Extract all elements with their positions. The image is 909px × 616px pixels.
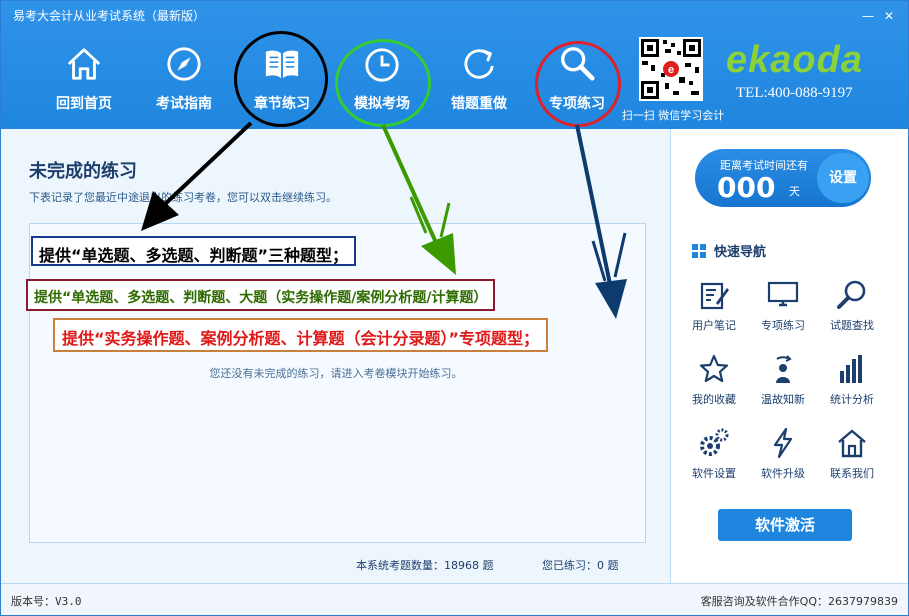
search-icon bbox=[561, 47, 595, 81]
page-title: 未完成的练习 bbox=[29, 161, 137, 182]
nav-favorites-label: 我的收藏 bbox=[692, 393, 736, 406]
nav-special-practice-label: 专项练习 bbox=[761, 319, 805, 332]
toolbar-home-button[interactable]: 回到首页 bbox=[39, 41, 129, 119]
qr-caption: 扫一扫 微信学习会计 bbox=[621, 109, 725, 122]
app-window: 易考大会计从业考试系统（最新版） — ✕ 回到首页 考试指南 章节练习 模拟考场… bbox=[0, 0, 909, 616]
countdown-unit: 天 bbox=[789, 185, 800, 198]
sidebar: 距离考试时间还有 000 天 设置 快速导航 用户笔记 专项练习 试题查找 我的… bbox=[672, 129, 908, 583]
countdown-set-button[interactable]: 设置 bbox=[817, 153, 869, 203]
toolbar-redo-label: 错题重做 bbox=[451, 96, 507, 112]
window-title: 易考大会计从业考试系统（最新版） bbox=[13, 9, 206, 23]
nav-settings[interactable]: 软件设置 bbox=[684, 427, 744, 485]
nav-review-label: 温故知新 bbox=[761, 393, 805, 406]
nav-contact-label: 联系我们 bbox=[830, 467, 874, 480]
nav-favorites[interactable]: 我的收藏 bbox=[684, 353, 744, 411]
nav-user-notes[interactable]: 用户笔记 bbox=[684, 279, 744, 337]
toolbar-exam-label: 模拟考场 bbox=[354, 96, 410, 112]
status-bar: 版本号：V3.0 客服咨询及软件合作QQ：2637979839 bbox=[1, 583, 908, 615]
toolbar-home-label: 回到首页 bbox=[56, 96, 112, 112]
annotation-exam-note: 提供“单选题、多选题、判断题、大题（实务操作题/案例分析题/计算题） bbox=[26, 279, 496, 311]
activate-button[interactable]: 软件激活 bbox=[718, 509, 852, 541]
wechat-qr-code: e bbox=[639, 37, 703, 101]
book-icon bbox=[265, 50, 299, 79]
close-button[interactable]: ✕ bbox=[880, 9, 898, 23]
lightning-icon bbox=[773, 427, 793, 459]
toolbar-chapter-button[interactable]: 章节练习 bbox=[237, 41, 327, 119]
nav-question-search-label: 试题查找 bbox=[830, 319, 874, 332]
nav-review[interactable]: 温故知新 bbox=[753, 353, 813, 411]
nav-special-practice[interactable]: 专项练习 bbox=[753, 279, 813, 337]
nav-upgrade-label: 软件升级 bbox=[761, 467, 805, 480]
refresh-icon bbox=[464, 49, 494, 79]
house-icon bbox=[838, 429, 866, 458]
nav-settings-label: 软件设置 bbox=[692, 467, 736, 480]
grid-icon bbox=[692, 244, 706, 258]
countdown-value: 000 bbox=[717, 171, 776, 204]
main-panel: 未完成的练习 下表记录了您最近中途退出的练习考卷，您可以双击继续练习。 您还没有… bbox=[1, 129, 671, 583]
nav-upgrade[interactable]: 软件升级 bbox=[753, 427, 813, 485]
toolbar: 易考大会计从业考试系统（最新版） — ✕ 回到首页 考试指南 章节练习 模拟考场… bbox=[1, 1, 908, 129]
home-icon bbox=[67, 48, 101, 80]
annotation-chapter-note: 提供“单选题、多选题、判断题”三种题型； bbox=[31, 236, 357, 266]
practiced-count: 您已练习：0 题 bbox=[542, 559, 619, 572]
clock-icon bbox=[365, 48, 399, 82]
exam-countdown: 距离考试时间还有 000 天 设置 bbox=[695, 149, 871, 207]
nav-statistics-label: 统计分析 bbox=[830, 393, 874, 406]
nav-question-search[interactable]: 试题查找 bbox=[822, 279, 882, 337]
bar-chart-icon bbox=[840, 355, 862, 383]
empty-message: 您还没有未完成的练习，请进入考卷模块开始练习。 bbox=[209, 367, 463, 380]
note-icon bbox=[700, 282, 729, 310]
toolbar-special-label: 专项练习 bbox=[549, 96, 605, 112]
user-refresh-icon bbox=[776, 355, 792, 383]
toolbar-chapter-label: 章节练习 bbox=[254, 96, 310, 112]
search-icon bbox=[837, 280, 866, 309]
toolbar-exam-button[interactable]: 模拟考场 bbox=[337, 41, 427, 119]
brand-logo: ekaoda TEL:400-088-9197 bbox=[726, 39, 896, 109]
minimize-button[interactable]: — bbox=[859, 9, 877, 23]
unfinished-practice-list[interactable] bbox=[29, 223, 646, 543]
version-label: 版本号：V3.0 bbox=[11, 595, 82, 608]
nav-user-notes-label: 用户笔记 bbox=[692, 319, 736, 332]
brand-phone: TEL:400-088-9197 bbox=[736, 85, 853, 101]
contact-info: 客服咨询及软件合作QQ：2637979839 bbox=[700, 595, 898, 608]
star-icon bbox=[699, 354, 729, 383]
compass-icon bbox=[167, 47, 201, 81]
toolbar-guide-button[interactable]: 考试指南 bbox=[139, 41, 229, 119]
toolbar-guide-label: 考试指南 bbox=[156, 96, 212, 112]
nav-statistics[interactable]: 统计分析 bbox=[822, 353, 882, 411]
svg-text:e: e bbox=[668, 64, 674, 76]
gear-icon bbox=[700, 428, 729, 456]
nav-contact[interactable]: 联系我们 bbox=[822, 427, 882, 485]
quick-nav-title: 快速导航 bbox=[714, 245, 767, 260]
toolbar-special-button[interactable]: 专项练习 bbox=[532, 41, 622, 119]
toolbar-redo-button[interactable]: 错题重做 bbox=[434, 41, 524, 119]
annotation-special-note: 提供“实务操作题、案例分析题、计算题（会计分录题）”专项题型； bbox=[53, 318, 549, 352]
monitor-icon bbox=[767, 281, 799, 307]
brand-logo-text: ekaoda bbox=[726, 39, 863, 81]
page-description: 下表记录了您最近中途退出的练习考卷，您可以双击继续练习。 bbox=[29, 191, 337, 204]
total-questions: 本系统考题数量：18968 题 bbox=[356, 559, 494, 572]
